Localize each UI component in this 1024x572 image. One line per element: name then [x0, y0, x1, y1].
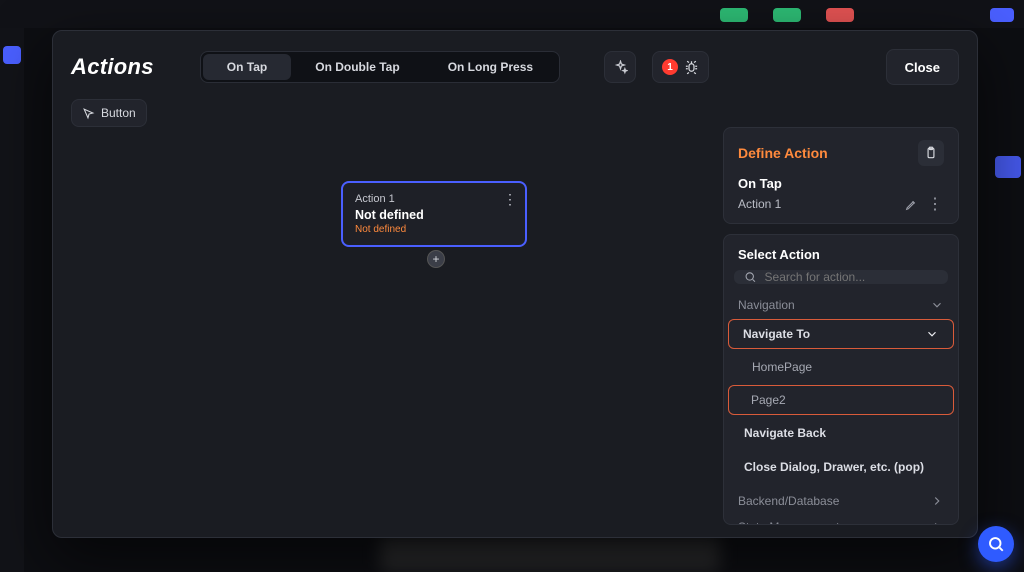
- kebab-icon[interactable]: ⋮: [503, 191, 517, 208]
- action-close-dialog[interactable]: Close Dialog, Drawer, etc. (pop): [728, 451, 954, 483]
- bug-icon: [684, 60, 699, 75]
- bg-pill: [826, 8, 854, 22]
- magic-icon-button[interactable]: [604, 51, 636, 83]
- left-rail: [0, 28, 24, 572]
- bg-pill: [990, 8, 1014, 22]
- search-action[interactable]: [734, 270, 948, 284]
- widget-chip-button[interactable]: Button: [71, 99, 147, 127]
- panel-action-label: Action 1: [738, 197, 896, 211]
- trigger-tabs: On Tap On Double Tap On Long Press: [200, 51, 560, 83]
- search-icon: [987, 535, 1005, 553]
- sparkle-icon: [613, 60, 628, 75]
- select-action-panel: Select Action Navigation Navigate To Ho: [723, 234, 959, 525]
- paste-button[interactable]: [918, 140, 944, 166]
- action-node-title: Action 1: [355, 193, 513, 205]
- panel-title: Define Action: [738, 145, 918, 161]
- category-backend[interactable]: Backend/Database: [724, 488, 958, 514]
- bg-right-hint: [995, 156, 1021, 178]
- help-fab[interactable]: [978, 526, 1014, 562]
- select-action-title: Select Action: [724, 235, 958, 270]
- panel-trigger: On Tap: [738, 176, 944, 191]
- pencil-icon: [905, 198, 918, 211]
- clipboard-icon: [924, 146, 938, 160]
- app-toolbar: [0, 0, 1024, 28]
- define-action-panel: Define Action On Tap Action 1 ⋮: [723, 127, 959, 525]
- chevron-down-icon: [930, 298, 944, 312]
- tab-on-tap[interactable]: On Tap: [203, 54, 291, 80]
- action-navigate-back[interactable]: Navigate Back: [728, 417, 954, 449]
- chevron-down-icon: [925, 327, 939, 341]
- category-state[interactable]: State Management: [724, 514, 958, 525]
- close-button[interactable]: Close: [886, 49, 959, 85]
- category-navigation[interactable]: Navigation: [724, 292, 958, 318]
- edit-button[interactable]: [902, 195, 920, 213]
- bg-pill: [3, 46, 21, 64]
- page-title: Actions: [71, 54, 154, 80]
- action-node-subtitle: Not defined: [355, 208, 513, 222]
- action-node-status: Not defined: [355, 224, 513, 235]
- page-option-page2[interactable]: Page2: [728, 385, 954, 415]
- action-node[interactable]: Action 1 Not defined Not defined ⋮: [341, 181, 527, 247]
- issues-count-badge: 1: [662, 59, 678, 75]
- more-button[interactable]: ⋮: [926, 195, 944, 213]
- chevron-right-icon: [930, 520, 944, 525]
- modal-header: Actions On Tap On Double Tap On Long Pre…: [71, 49, 959, 85]
- bg-pill: [720, 8, 748, 22]
- widget-chip-label: Button: [101, 106, 136, 120]
- search-input[interactable]: [765, 270, 938, 284]
- actions-modal: Actions On Tap On Double Tap On Long Pre…: [52, 30, 978, 538]
- chevron-right-icon: [930, 494, 944, 508]
- add-action-button[interactable]: +: [427, 250, 445, 268]
- tab-on-double-tap[interactable]: On Double Tap: [291, 54, 423, 80]
- bg-pill: [773, 8, 801, 22]
- page-option-homepage[interactable]: HomePage: [728, 351, 954, 383]
- tab-on-long-press[interactable]: On Long Press: [424, 54, 557, 80]
- bg-blur: [380, 536, 720, 572]
- action-navigate-to[interactable]: Navigate To: [728, 319, 954, 349]
- issues-button[interactable]: 1: [652, 51, 709, 83]
- search-icon: [744, 270, 757, 284]
- cursor-icon: [82, 107, 95, 120]
